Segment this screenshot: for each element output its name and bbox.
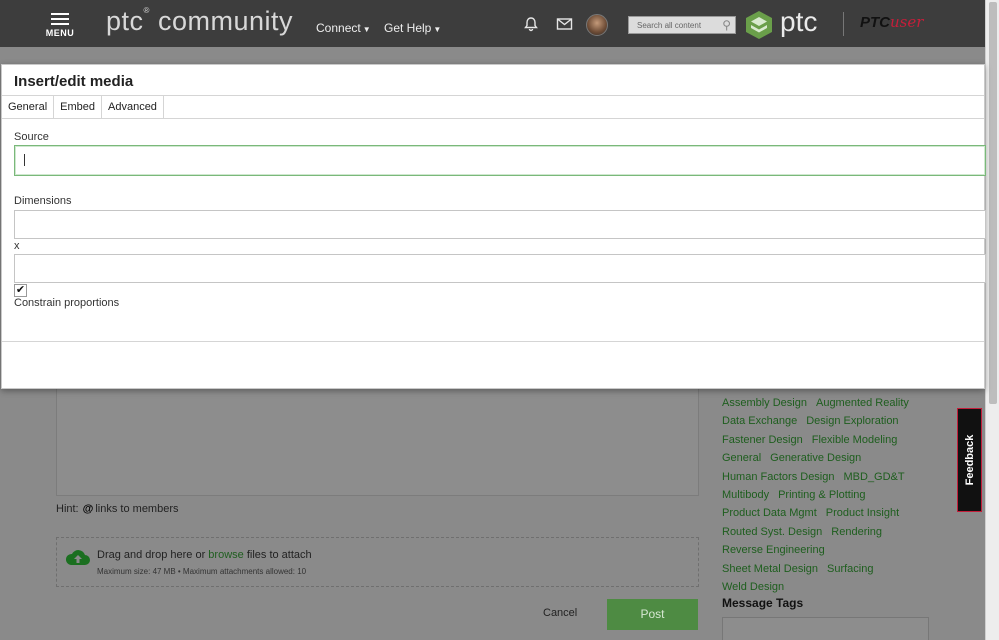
- label-link[interactable]: Product Data Mgmt: [722, 504, 817, 522]
- source-input[interactable]: [14, 145, 986, 176]
- insert-media-dialog: Insert/edit media General Embed Advanced…: [1, 64, 986, 389]
- label-link[interactable]: Human Factors Design: [722, 468, 835, 486]
- label-link[interactable]: Rendering: [831, 523, 882, 541]
- dimensions-x-label: x: [14, 240, 20, 252]
- logo-ptc: ptc: [106, 6, 144, 36]
- label-link[interactable]: Assembly Design: [722, 394, 807, 412]
- nav-connect-label: Connect: [316, 21, 361, 35]
- label-link[interactable]: Weld Design: [722, 578, 784, 596]
- feedback-label: Feedback: [963, 434, 976, 486]
- dialog-tabs: General Embed Advanced: [2, 96, 164, 119]
- nav-get-help-label: Get Help: [384, 21, 432, 35]
- tab-embed[interactable]: Embed: [54, 96, 102, 119]
- message-tags-input[interactable]: [722, 617, 929, 640]
- label-link[interactable]: Augmented Reality: [816, 394, 909, 412]
- constrain-proportions-checkbox[interactable]: ✔: [14, 284, 27, 297]
- hint-label: Hint:: [56, 503, 79, 515]
- label-link[interactable]: Routed Syst. Design: [722, 523, 822, 541]
- labels-list: Assembly Design Augmented Reality Data Ex…: [722, 394, 922, 596]
- text-cursor: [24, 154, 25, 166]
- dropzone-text-b: files to attach: [246, 549, 312, 561]
- label-link[interactable]: Fastener Design: [722, 431, 803, 449]
- hamburger-icon: [51, 13, 69, 25]
- source-label: Source: [14, 131, 49, 143]
- menu-label: MENU: [45, 28, 75, 38]
- nav-connect[interactable]: Connect ▼: [316, 21, 371, 35]
- header-divider: [843, 12, 844, 36]
- attachment-dropzone[interactable]: Drag and drop here or browse files to at…: [56, 537, 699, 587]
- checkmark-icon: ✔: [15, 284, 26, 296]
- label-link[interactable]: Sheet Metal Design: [722, 560, 818, 578]
- tab-advanced[interactable]: Advanced: [102, 96, 164, 119]
- dropzone-title: Drag and drop here or browse files to at…: [97, 549, 312, 561]
- user-avatar[interactable]: [586, 14, 608, 36]
- tabs-divider: [2, 118, 984, 119]
- height-input[interactable]: [14, 254, 986, 283]
- logo-registered: ®: [143, 6, 150, 15]
- label-link[interactable]: Surfacing: [827, 560, 873, 578]
- hint-description: links to members: [95, 503, 179, 515]
- scrollbar-thumb[interactable]: [989, 2, 997, 404]
- ptcuser-logo[interactable]: PTCuser: [860, 13, 923, 31]
- search-icon[interactable]: ⚲: [722, 18, 731, 32]
- dialog-footer-divider: [2, 341, 984, 342]
- label-link[interactable]: Product Insight: [826, 504, 899, 522]
- message-tags-title: Message Tags: [722, 596, 804, 610]
- label-link[interactable]: MBD_GD&T: [844, 468, 905, 486]
- feedback-tab[interactable]: Feedback: [957, 408, 982, 512]
- ptc-brand-text[interactable]: ptc: [780, 6, 817, 38]
- message-body-textarea[interactable]: [56, 385, 699, 496]
- width-input[interactable]: [14, 210, 986, 239]
- hint-text: Hint: @ links to members: [56, 503, 179, 515]
- label-link[interactable]: Reverse Engineering: [722, 541, 825, 559]
- label-link[interactable]: Flexible Modeling: [812, 431, 898, 449]
- caret-down-icon: ▼: [362, 25, 371, 34]
- post-button[interactable]: Post: [607, 599, 698, 630]
- dropzone-text-a: Drag and drop here or: [97, 549, 206, 561]
- menu-button[interactable]: MENU: [44, 10, 76, 42]
- label-link[interactable]: Design Exploration: [806, 412, 898, 430]
- constrain-proportions-label: Constrain proportions: [14, 297, 120, 309]
- dimensions-label: Dimensions: [14, 195, 72, 207]
- at-symbol: @: [82, 503, 94, 515]
- ptcuser-logo-a: PTC: [860, 14, 890, 31]
- logo-community: community: [157, 6, 293, 36]
- dropzone-limits: Maximum size: 47 MB • Maximum attachment…: [97, 567, 307, 576]
- cloud-upload-icon: [65, 548, 90, 566]
- cancel-button[interactable]: Cancel: [543, 607, 577, 619]
- ptcuser-logo-b: user: [890, 13, 924, 31]
- label-link[interactable]: General: [722, 449, 761, 467]
- ptc-logo-icon: [746, 11, 772, 39]
- label-link[interactable]: Printing & Plotting: [778, 486, 865, 504]
- label-link[interactable]: Data Exchange: [722, 412, 797, 430]
- page-scrollbar[interactable]: [985, 0, 999, 640]
- label-link[interactable]: Multibody: [722, 486, 769, 504]
- dialog-title: Insert/edit media: [14, 73, 134, 90]
- mail-icon[interactable]: [556, 16, 573, 36]
- label-link[interactable]: Generative Design: [770, 449, 861, 467]
- top-header: MENU ptc® community Connect ▼ Get Help ▼ S…: [0, 0, 985, 47]
- caret-down-icon: ▼: [433, 25, 442, 34]
- bell-icon[interactable]: [523, 16, 539, 36]
- community-logo[interactable]: ptc® community: [106, 6, 293, 37]
- browse-link[interactable]: browse: [208, 549, 243, 561]
- nav-get-help[interactable]: Get Help ▼: [384, 21, 441, 35]
- tab-general[interactable]: General: [2, 96, 55, 119]
- search-placeholder: Search all content: [637, 21, 702, 30]
- search-input[interactable]: Search all content ⚲: [628, 16, 736, 34]
